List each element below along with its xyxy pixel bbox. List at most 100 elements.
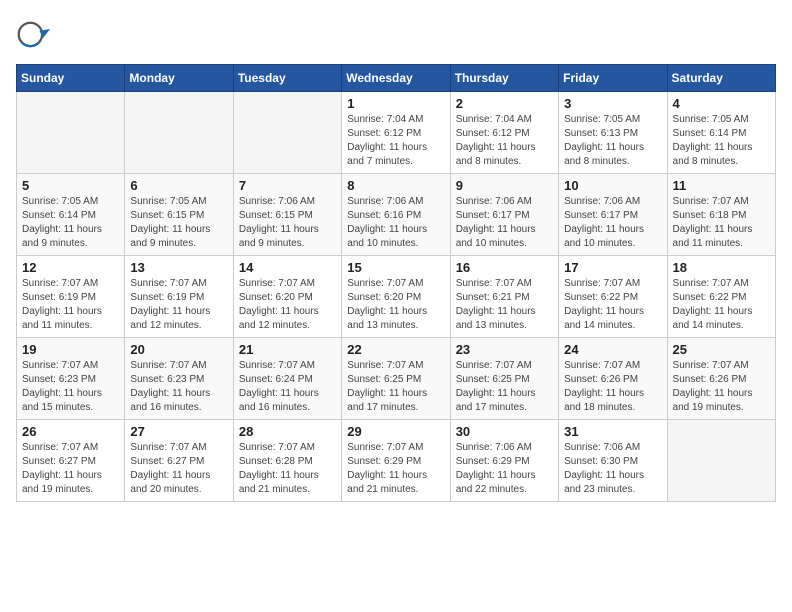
calendar-cell: 11 Sunrise: 7:07 AM Sunset: 6:18 PM Dayli… — [667, 174, 775, 256]
day-info: Sunrise: 7:06 AM Sunset: 6:17 PM Dayligh… — [456, 195, 553, 251]
logo — [16, 20, 56, 56]
day-header-sunday: Sunday — [17, 65, 125, 92]
calendar-week-row: 12 Sunrise: 7:07 AM Sunset: 6:19 PM Dayli… — [17, 256, 776, 338]
day-info: Sunrise: 7:07 AM Sunset: 6:25 PM Dayligh… — [456, 359, 553, 415]
calendar-cell: 20Sunrise: 7:07 AM Sunset: 6:23 PM Dayli… — [125, 338, 233, 420]
day-number: 21 — [239, 342, 336, 357]
day-info: Sunrise: 7:05 AM Sunset: 6:14 PM Dayligh… — [22, 195, 119, 251]
calendar-cell — [125, 92, 233, 174]
calendar-cell: 17 Sunrise: 7:07 AM Sunset: 6:22 PM Dayli… — [559, 256, 667, 338]
day-info: Sunrise: 7:07 AM Sunset: 6:24 PM Dayligh… — [239, 359, 336, 415]
day-info: Sunrise: 7:07 AM Sunset: 6:26 PM Dayligh… — [673, 359, 770, 415]
day-number: 17 — [564, 260, 661, 275]
calendar-cell — [233, 92, 341, 174]
day-info: Sunrise: 7:07 AM Sunset: 6:23 PM Dayligh… — [22, 359, 119, 415]
day-number: 9 — [456, 178, 553, 193]
calendar-cell: 19 Sunrise: 7:07 AM Sunset: 6:23 PM Dayli… — [17, 338, 125, 420]
day-info: Sunrise: 7:06 AM Sunset: 6:16 PM Dayligh… — [347, 195, 444, 251]
day-number: 2 — [456, 96, 553, 111]
day-number: 5 — [22, 178, 119, 193]
day-number: 4 — [673, 96, 770, 111]
calendar-cell — [667, 420, 775, 502]
day-number: 12 — [22, 260, 119, 275]
calendar-cell: 14Sunrise: 7:07 AM Sunset: 6:20 PM Dayli… — [233, 256, 341, 338]
calendar-cell: 10 Sunrise: 7:06 AM Sunset: 6:17 PM Dayli… — [559, 174, 667, 256]
day-number: 31 — [564, 424, 661, 439]
calendar-cell — [17, 92, 125, 174]
calendar-cell: 27 Sunrise: 7:07 AM Sunset: 6:27 PM Dayli… — [125, 420, 233, 502]
day-number: 18 — [673, 260, 770, 275]
logo-icon — [16, 20, 52, 56]
day-header-thursday: Thursday — [450, 65, 558, 92]
day-info: Sunrise: 7:06 AM Sunset: 6:17 PM Dayligh… — [564, 195, 661, 251]
day-info: Sunrise: 7:04 AM Sunset: 6:12 PM Dayligh… — [456, 113, 553, 169]
day-number: 7 — [239, 178, 336, 193]
day-info: Sunrise: 7:07 AM Sunset: 6:27 PM Dayligh… — [130, 441, 227, 497]
day-number: 25 — [673, 342, 770, 357]
day-info: Sunrise: 7:07 AM Sunset: 6:20 PM Dayligh… — [347, 277, 444, 333]
calendar-cell: 9 Sunrise: 7:06 AM Sunset: 6:17 PM Daylig… — [450, 174, 558, 256]
calendar-cell: 6 Sunrise: 7:05 AM Sunset: 6:15 PM Daylig… — [125, 174, 233, 256]
day-number: 6 — [130, 178, 227, 193]
day-number: 10 — [564, 178, 661, 193]
day-number: 26 — [22, 424, 119, 439]
calendar-cell: 22 Sunrise: 7:07 AM Sunset: 6:25 PM Dayli… — [342, 338, 450, 420]
day-number: 8 — [347, 178, 444, 193]
day-info: Sunrise: 7:07 AM Sunset: 6:18 PM Dayligh… — [673, 195, 770, 251]
day-info: Sunrise: 7:05 AM Sunset: 6:14 PM Dayligh… — [673, 113, 770, 169]
day-number: 19 — [22, 342, 119, 357]
calendar-week-row: 1 Sunrise: 7:04 AM Sunset: 6:12 PM Daylig… — [17, 92, 776, 174]
day-info: Sunrise: 7:07 AM Sunset: 6:22 PM Dayligh… — [673, 277, 770, 333]
day-number: 22 — [347, 342, 444, 357]
calendar-cell: 21 Sunrise: 7:07 AM Sunset: 6:24 PM Dayli… — [233, 338, 341, 420]
calendar-cell: 12 Sunrise: 7:07 AM Sunset: 6:19 PM Dayli… — [17, 256, 125, 338]
calendar-cell: 13 Sunrise: 7:07 AM Sunset: 6:19 PM Dayli… — [125, 256, 233, 338]
day-info: Sunrise: 7:07 AM Sunset: 6:26 PM Dayligh… — [564, 359, 661, 415]
day-info: Sunrise: 7:07 AM Sunset: 6:27 PM Dayligh… — [22, 441, 119, 497]
calendar-cell: 28Sunrise: 7:07 AM Sunset: 6:28 PM Dayli… — [233, 420, 341, 502]
calendar-cell: 25 Sunrise: 7:07 AM Sunset: 6:26 PM Dayli… — [667, 338, 775, 420]
day-info: Sunrise: 7:06 AM Sunset: 6:15 PM Dayligh… — [239, 195, 336, 251]
day-info: Sunrise: 7:07 AM Sunset: 6:20 PM Dayligh… — [239, 277, 336, 333]
calendar-cell: 26 Sunrise: 7:07 AM Sunset: 6:27 PM Dayli… — [17, 420, 125, 502]
calendar-cell: 5 Sunrise: 7:05 AM Sunset: 6:14 PM Daylig… — [17, 174, 125, 256]
calendar-cell: 18 Sunrise: 7:07 AM Sunset: 6:22 PM Dayli… — [667, 256, 775, 338]
day-info: Sunrise: 7:07 AM Sunset: 6:29 PM Dayligh… — [347, 441, 444, 497]
day-number: 11 — [673, 178, 770, 193]
day-number: 13 — [130, 260, 227, 275]
day-number: 24 — [564, 342, 661, 357]
calendar-cell: 24 Sunrise: 7:07 AM Sunset: 6:26 PM Dayli… — [559, 338, 667, 420]
day-number: 15 — [347, 260, 444, 275]
calendar-week-row: 5 Sunrise: 7:05 AM Sunset: 6:14 PM Daylig… — [17, 174, 776, 256]
day-info: Sunrise: 7:07 AM Sunset: 6:19 PM Dayligh… — [130, 277, 227, 333]
page-header — [16, 16, 776, 56]
calendar-cell: 2 Sunrise: 7:04 AM Sunset: 6:12 PM Daylig… — [450, 92, 558, 174]
day-info: Sunrise: 7:05 AM Sunset: 6:13 PM Dayligh… — [564, 113, 661, 169]
day-header-saturday: Saturday — [667, 65, 775, 92]
day-number: 16 — [456, 260, 553, 275]
calendar-week-row: 19 Sunrise: 7:07 AM Sunset: 6:23 PM Dayli… — [17, 338, 776, 420]
day-info: Sunrise: 7:07 AM Sunset: 6:28 PM Dayligh… — [239, 441, 336, 497]
calendar-cell: 15 Sunrise: 7:07 AM Sunset: 6:20 PM Dayli… — [342, 256, 450, 338]
calendar-cell: 8 Sunrise: 7:06 AM Sunset: 6:16 PM Daylig… — [342, 174, 450, 256]
calendar-week-row: 26 Sunrise: 7:07 AM Sunset: 6:27 PM Dayli… — [17, 420, 776, 502]
day-info: Sunrise: 7:07 AM Sunset: 6:21 PM Dayligh… — [456, 277, 553, 333]
day-info: Sunrise: 7:07 AM Sunset: 6:22 PM Dayligh… — [564, 277, 661, 333]
day-info: Sunrise: 7:05 AM Sunset: 6:15 PM Dayligh… — [130, 195, 227, 251]
day-info: Sunrise: 7:07 AM Sunset: 6:19 PM Dayligh… — [22, 277, 119, 333]
day-info: Sunrise: 7:06 AM Sunset: 6:29 PM Dayligh… — [456, 441, 553, 497]
calendar-cell: 1Sunrise: 7:04 AM Sunset: 6:12 PM Daylig… — [342, 92, 450, 174]
calendar-cell: 30 Sunrise: 7:06 AM Sunset: 6:29 PM Dayli… — [450, 420, 558, 502]
day-number: 29 — [347, 424, 444, 439]
day-header-friday: Friday — [559, 65, 667, 92]
day-header-tuesday: Tuesday — [233, 65, 341, 92]
calendar-table: SundayMondayTuesdayWednesdayThursdayFrid… — [16, 64, 776, 502]
day-number: 3 — [564, 96, 661, 111]
day-number: 1 — [347, 96, 444, 111]
day-header-monday: Monday — [125, 65, 233, 92]
day-number: 23 — [456, 342, 553, 357]
day-info: Sunrise: 7:07 AM Sunset: 6:25 PM Dayligh… — [347, 359, 444, 415]
day-number: 30 — [456, 424, 553, 439]
day-number: 27 — [130, 424, 227, 439]
day-header-wednesday: Wednesday — [342, 65, 450, 92]
